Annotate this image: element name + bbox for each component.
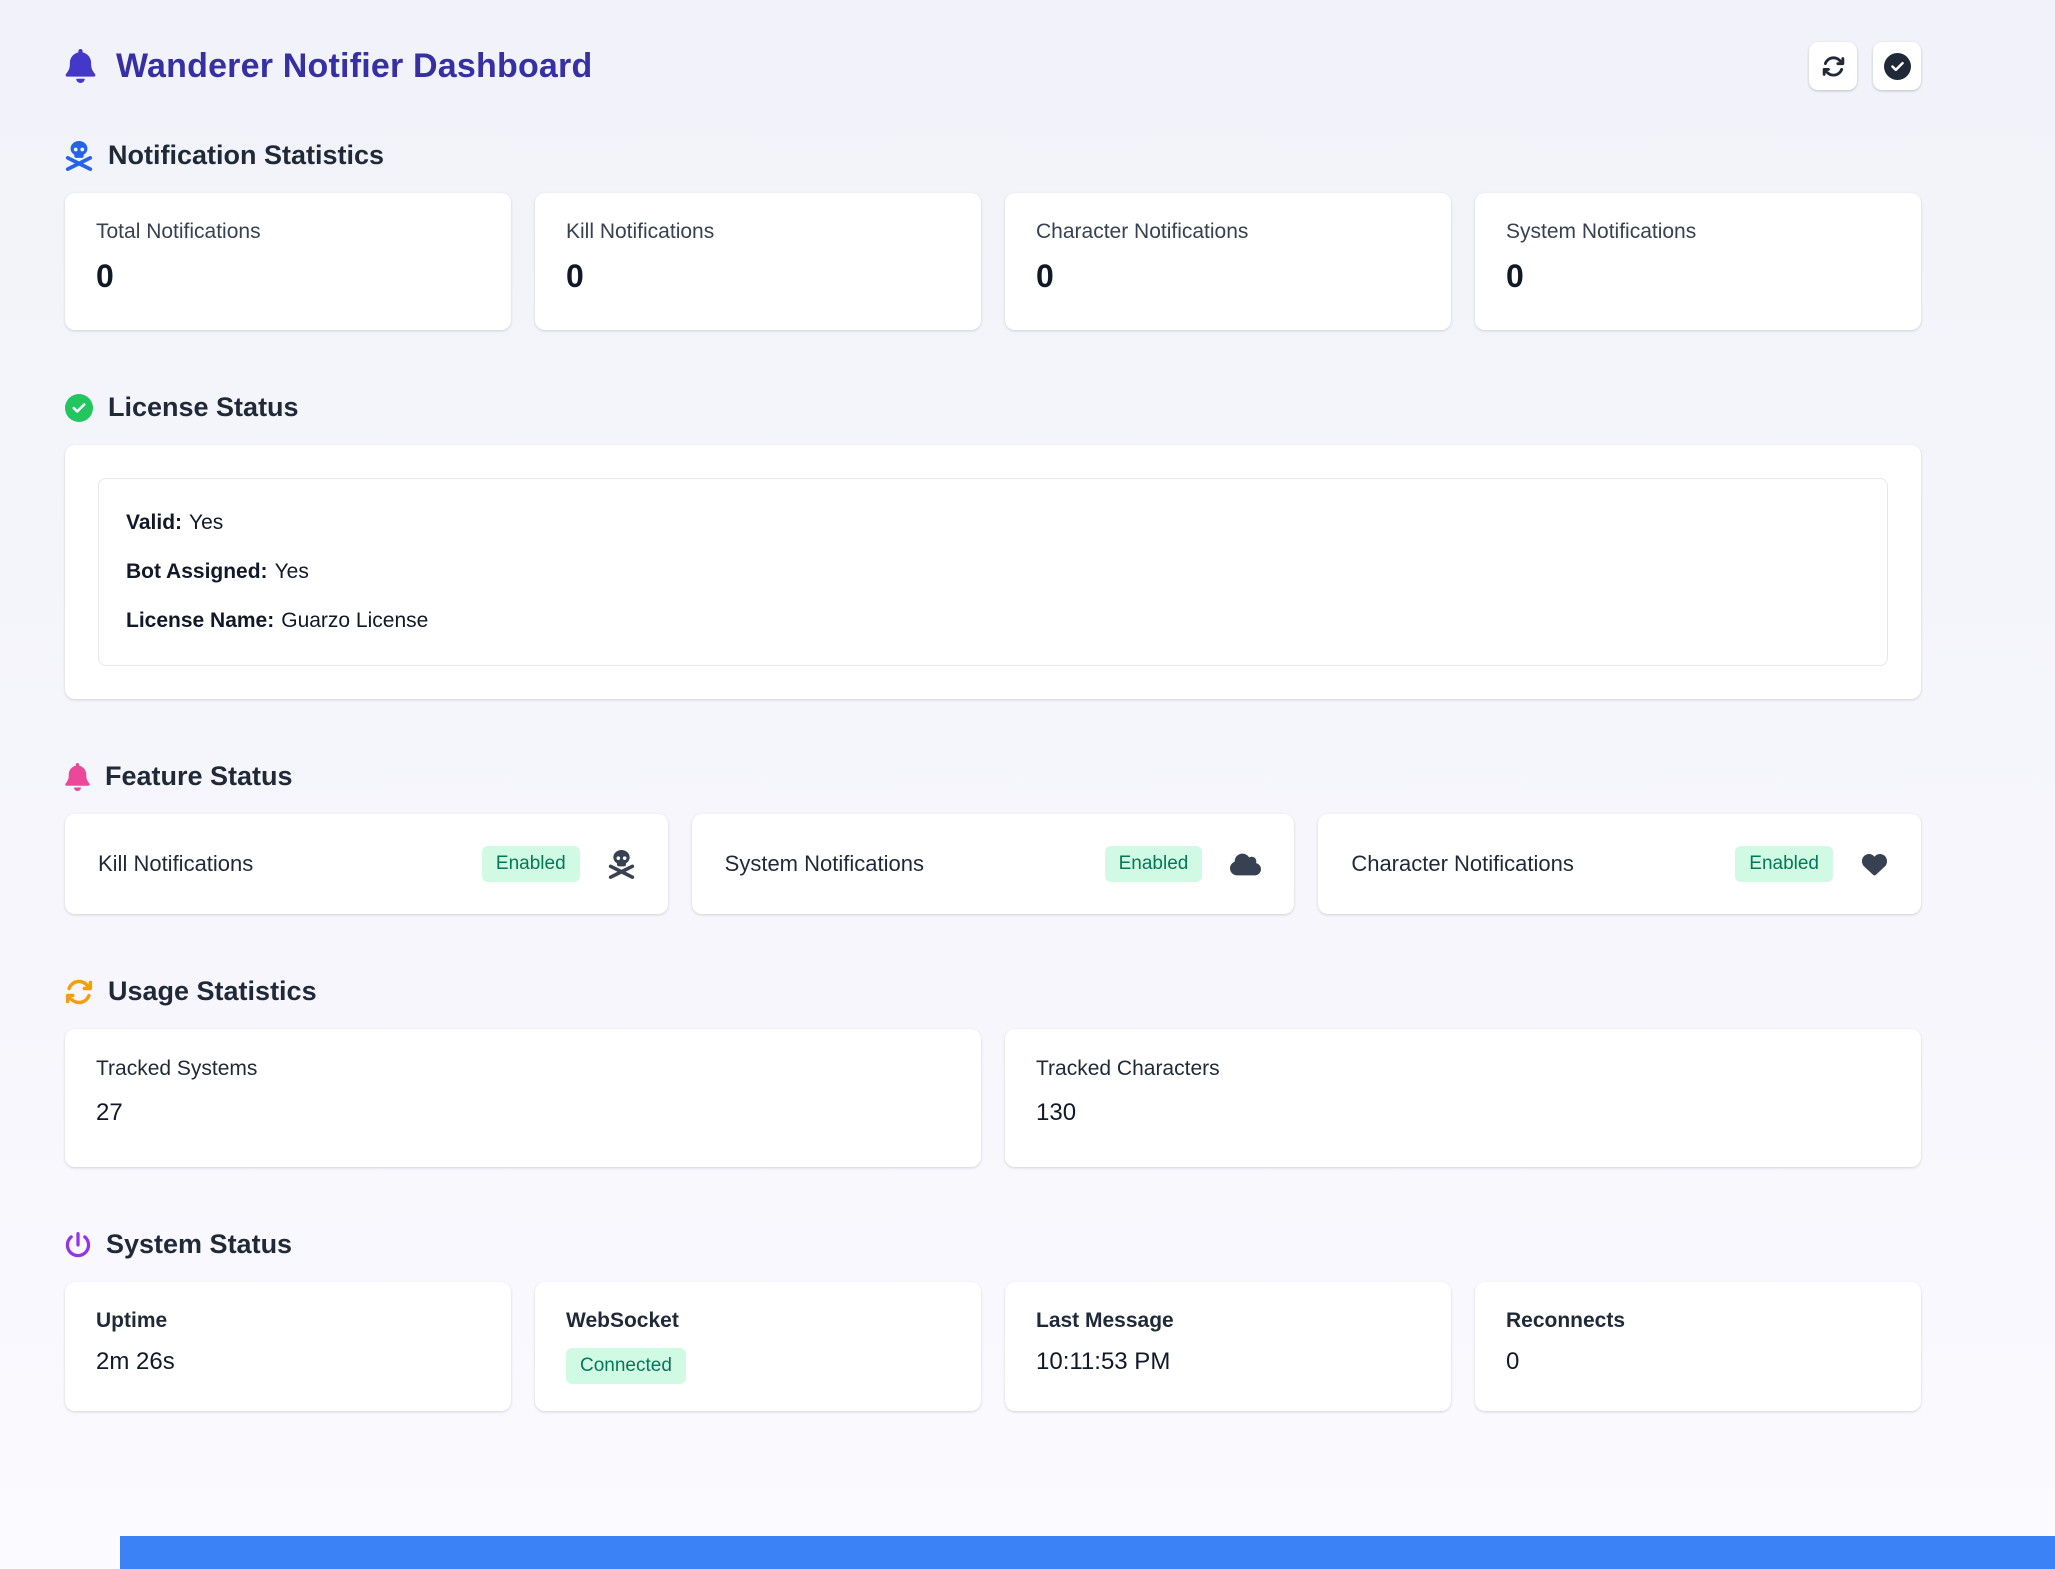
stat-label: Total Notifications	[96, 220, 480, 244]
feature-status-group: Enabled	[1105, 846, 1262, 882]
feature-label: System Notifications	[725, 851, 924, 877]
notification-stats-grid: Total Notifications 0 Kill Notifications…	[65, 193, 1921, 330]
power-icon	[65, 1232, 91, 1258]
system-card-websocket: WebSocket Connected	[535, 1282, 981, 1411]
stat-value: 0	[1036, 258, 1420, 295]
usage-label: Tracked Characters	[1036, 1057, 1890, 1081]
license-field-label: License Name:	[126, 609, 274, 632]
system-label: WebSocket	[566, 1309, 950, 1333]
feature-card-kill-notifications: Kill Notifications Enabled	[65, 814, 668, 914]
license-card: Valid: Yes Bot Assigned: Yes License Name:…	[65, 445, 1921, 699]
system-value: 2m 26s	[96, 1348, 480, 1376]
connected-badge: Connected	[566, 1348, 686, 1384]
skull-crossbones-icon	[65, 141, 93, 171]
license-field-value: Yes	[275, 560, 309, 583]
feature-status-group: Enabled	[482, 846, 635, 882]
section-heading: License Status	[108, 392, 299, 423]
usage-value: 27	[96, 1099, 950, 1127]
license-field-label: Bot Assigned:	[126, 560, 268, 583]
usage-card-tracked-characters: Tracked Characters 130	[1005, 1029, 1921, 1167]
section-title-notification-statistics: Notification Statistics	[65, 140, 1921, 171]
section-title-system-status: System Status	[65, 1229, 1921, 1260]
heart-icon	[1861, 852, 1888, 877]
check-circle-icon	[1884, 53, 1911, 80]
section-title-feature-status: Feature Status	[65, 761, 1921, 792]
license-field-bot-assigned: Bot Assigned: Yes	[126, 560, 1860, 584]
license-details-box: Valid: Yes Bot Assigned: Yes License Name:…	[98, 478, 1888, 666]
section-heading: Notification Statistics	[108, 140, 384, 171]
system-card-last-message: Last Message 10:11:53 PM	[1005, 1282, 1451, 1411]
feature-status-grid: Kill Notifications Enabled System Notifi…	[65, 814, 1921, 914]
cloud-icon	[1230, 852, 1261, 877]
license-field-value: Yes	[189, 511, 223, 534]
usage-label: Tracked Systems	[96, 1057, 950, 1081]
section-title-license-status: License Status	[65, 392, 1921, 423]
skull-crossbones-icon	[608, 850, 635, 879]
refresh-button[interactable]	[1809, 42, 1857, 90]
system-card-uptime: Uptime 2m 26s	[65, 1282, 511, 1411]
sync-icon	[1822, 55, 1845, 78]
system-value: 0	[1506, 1348, 1890, 1376]
stat-value: 0	[566, 258, 950, 295]
usage-card-tracked-systems: Tracked Systems 27	[65, 1029, 981, 1167]
license-field-label: Valid:	[126, 511, 182, 534]
header-title-group: Wanderer Notifier Dashboard	[65, 47, 592, 86]
header-actions	[1809, 42, 1921, 90]
status-button[interactable]	[1873, 42, 1921, 90]
usage-stats-grid: Tracked Systems 27 Tracked Characters 13…	[65, 1029, 1921, 1167]
enabled-badge: Enabled	[1105, 846, 1203, 882]
stat-value: 0	[1506, 258, 1890, 295]
enabled-badge: Enabled	[1735, 846, 1833, 882]
section-heading: Usage Statistics	[108, 976, 317, 1007]
license-field-valid: Valid: Yes	[126, 511, 1860, 535]
enabled-badge: Enabled	[482, 846, 580, 882]
feature-label: Kill Notifications	[98, 851, 253, 877]
stat-value: 0	[96, 258, 480, 295]
feature-card-system-notifications: System Notifications Enabled	[692, 814, 1295, 914]
usage-value: 130	[1036, 1099, 1890, 1127]
system-status-grid: Uptime 2m 26s WebSocket Connected Last M…	[65, 1282, 1921, 1411]
system-label: Uptime	[96, 1309, 480, 1333]
stat-card-system-notifications: System Notifications 0	[1475, 193, 1921, 330]
dashboard-page: Wanderer Notifier Dashboard Notification…	[0, 0, 2055, 1411]
system-label: Last Message	[1036, 1309, 1420, 1333]
stat-label: System Notifications	[1506, 220, 1890, 244]
bottom-blue-bar	[120, 1536, 2055, 1569]
section-heading: Feature Status	[105, 761, 293, 792]
license-field-license-name: License Name: Guarzo License	[126, 609, 1860, 633]
feature-status-group: Enabled	[1735, 846, 1888, 882]
sync-icon	[65, 978, 93, 1006]
stat-label: Kill Notifications	[566, 220, 950, 244]
system-label: Reconnects	[1506, 1309, 1890, 1333]
bell-icon	[65, 763, 90, 791]
system-value: 10:11:53 PM	[1036, 1348, 1420, 1376]
stat-card-total-notifications: Total Notifications 0	[65, 193, 511, 330]
section-title-usage-statistics: Usage Statistics	[65, 976, 1921, 1007]
feature-label: Character Notifications	[1351, 851, 1574, 877]
header: Wanderer Notifier Dashboard	[65, 42, 1921, 90]
page-title: Wanderer Notifier Dashboard	[116, 47, 592, 86]
stat-card-character-notifications: Character Notifications 0	[1005, 193, 1451, 330]
section-heading: System Status	[106, 1229, 292, 1260]
system-card-reconnects: Reconnects 0	[1475, 1282, 1921, 1411]
bell-icon	[65, 49, 96, 83]
license-field-value: Guarzo License	[281, 609, 428, 632]
stat-card-kill-notifications: Kill Notifications 0	[535, 193, 981, 330]
stat-label: Character Notifications	[1036, 220, 1420, 244]
check-circle-icon	[65, 394, 93, 422]
feature-card-character-notifications: Character Notifications Enabled	[1318, 814, 1921, 914]
